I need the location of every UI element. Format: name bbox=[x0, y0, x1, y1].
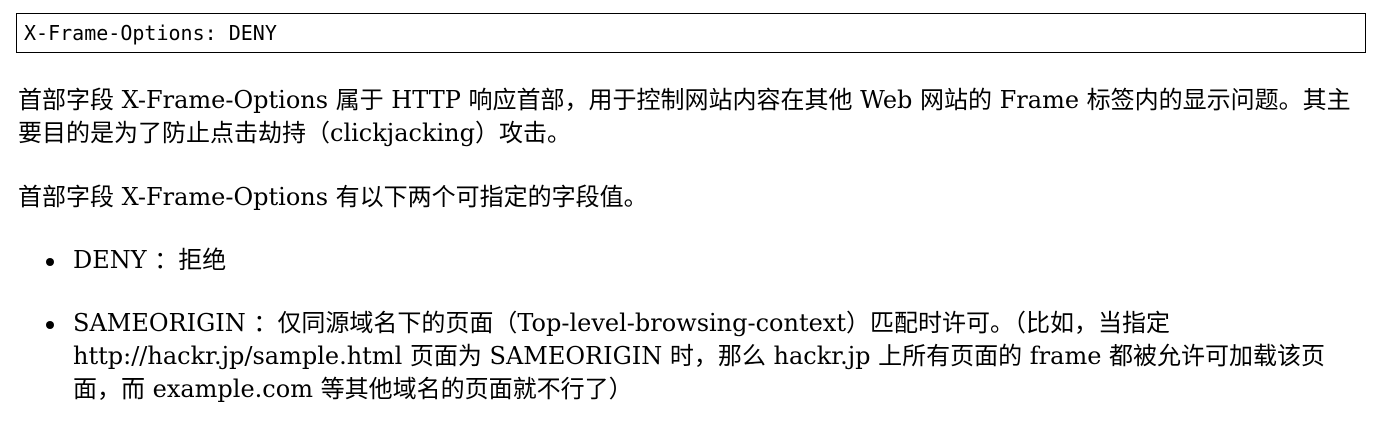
paragraph-intro: 首部字段 X-Frame-Options 属于 HTTP 响应首部，用于控制网站… bbox=[18, 86, 1351, 147]
list-item-sameorigin: SAMEORIGIN ：仅同源域名下的页面（Top-level-browsing… bbox=[0, 307, 1363, 406]
list-item-deny-text: DENY ：拒绝 bbox=[73, 246, 227, 274]
paragraph-values-intro: 首部字段 X-Frame-Options 有以下两个可指定的字段值。 bbox=[18, 183, 648, 211]
code-block-text: X-Frame-Options: DENY bbox=[24, 21, 277, 45]
list-item-deny: DENY ：拒绝 bbox=[0, 244, 1363, 277]
bullet-icon bbox=[46, 321, 54, 329]
list-item-sameorigin-text: SAMEORIGIN ：仅同源域名下的页面（Top-level-browsing… bbox=[73, 309, 1326, 403]
bullet-icon bbox=[46, 258, 54, 266]
value-list: DENY ：拒绝 SAMEORIGIN ：仅同源域名下的页面（Top-level… bbox=[0, 244, 1383, 406]
code-block: X-Frame-Options: DENY bbox=[16, 13, 1366, 53]
